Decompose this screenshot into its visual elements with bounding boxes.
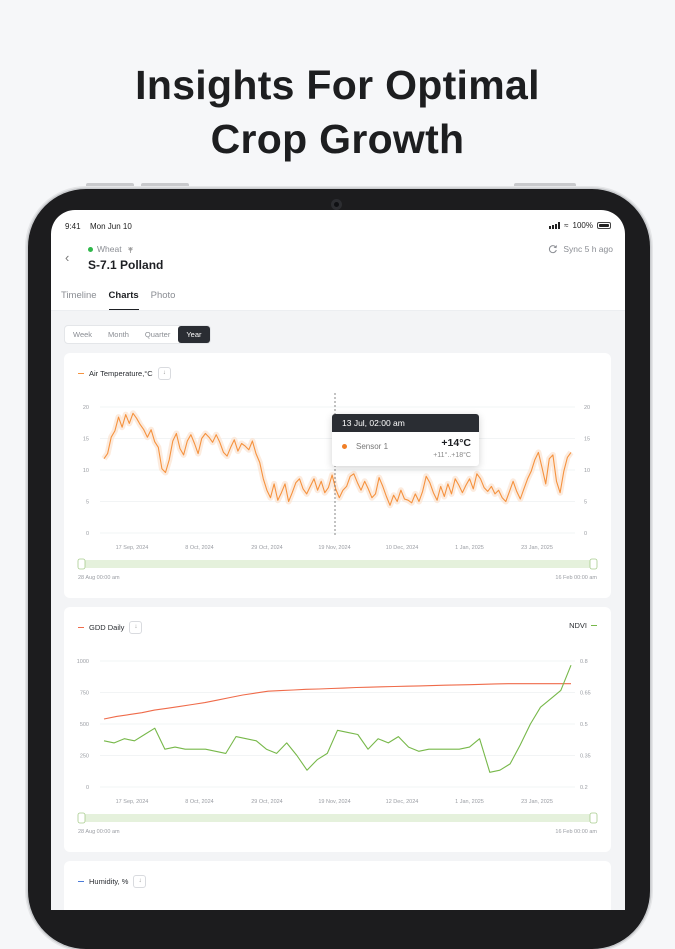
x-tick-label: 1 Jan, 2025 bbox=[455, 545, 484, 551]
y-tick-label-right: 0.65 bbox=[580, 691, 591, 697]
tooltip-row: Sensor 1 +14°C +11°..+18°C bbox=[332, 432, 479, 466]
x-tick-label: 8 Oct, 2024 bbox=[185, 799, 213, 805]
x-tick-label: 12 Dec, 2024 bbox=[386, 799, 419, 805]
humidity-card: Humidity, % ↓ bbox=[64, 861, 611, 910]
range-handle-end bbox=[589, 812, 598, 824]
tab-bar: Timeline Charts Photo bbox=[61, 290, 175, 311]
range-start-label: 28 Aug 00:00 am bbox=[78, 829, 120, 835]
headline: Insights For Optimal Crop Growth bbox=[0, 58, 675, 166]
x-tick-label: 23 Jan, 2025 bbox=[521, 545, 553, 551]
charts-content: Week Month Quarter Year Air Temperature,… bbox=[51, 311, 625, 910]
range-handle-end bbox=[589, 558, 598, 570]
headline-line-1: Insights For Optimal bbox=[135, 62, 540, 108]
x-tick-label: 19 Nov, 2024 bbox=[318, 799, 350, 805]
tooltip-range: +11°..+18°C bbox=[433, 452, 471, 459]
app-screen: 9:41 Mon Jun 10 ≈ 100% ‹ Wheat S-7.1 Pol… bbox=[51, 210, 625, 910]
tooltip-series-dot bbox=[342, 444, 347, 449]
status-time: 9:41 bbox=[65, 222, 81, 231]
range-end-label: 16 Feb 00:00 am bbox=[555, 829, 597, 835]
y-tick-label-right: 0.5 bbox=[580, 722, 588, 728]
device-button-right bbox=[514, 183, 576, 187]
y-tick-label-left: 0 bbox=[86, 531, 89, 537]
gdd-series-line bbox=[103, 683, 571, 720]
y-tick-label-right: 0.35 bbox=[580, 754, 591, 760]
wifi-icon: ≈ bbox=[564, 221, 569, 230]
period-selector: Week Month Quarter Year bbox=[64, 325, 211, 344]
sync-status[interactable]: Sync 5 h ago bbox=[548, 244, 613, 254]
humidity-title: Humidity, % ↓ bbox=[78, 875, 147, 888]
y-tick-label-left: 0 bbox=[86, 785, 89, 791]
range-slider-track bbox=[78, 814, 597, 822]
x-tick-label: 17 Sep, 2024 bbox=[116, 545, 149, 551]
air-temperature-chart[interactable]: 20 20 15 15 10 10 5 5 0 0 17 Sep, 2024 8 Oct, 2024 2… bbox=[64, 353, 611, 598]
ndvi-series-line bbox=[103, 664, 572, 773]
tab-photo[interactable]: Photo bbox=[151, 290, 176, 311]
y-tick-label-left: 15 bbox=[83, 437, 89, 443]
x-tick-label: 8 Oct, 2024 bbox=[185, 545, 213, 551]
y-tick-label-right: 10 bbox=[584, 468, 590, 474]
tooltip-value: +14°C bbox=[441, 437, 471, 449]
humidity-label: Humidity, % bbox=[89, 877, 129, 886]
x-tick-label: 17 Sep, 2024 bbox=[116, 799, 149, 805]
crop-label: Wheat bbox=[88, 244, 135, 254]
range-end-label: 16 Feb 00:00 am bbox=[555, 575, 597, 581]
tab-charts[interactable]: Charts bbox=[108, 290, 139, 311]
y-tick-label-right: 0 bbox=[584, 531, 587, 537]
x-tick-label: 29 Oct, 2024 bbox=[251, 799, 283, 805]
tooltip-date: 13 Jul, 02:00 am bbox=[332, 414, 479, 432]
chevron-left-icon[interactable]: ‹ bbox=[65, 250, 69, 265]
headline-line-2: Crop Growth bbox=[210, 116, 465, 162]
y-tick-label-left: 1000 bbox=[77, 659, 89, 665]
sync-icon bbox=[549, 245, 558, 254]
x-tick-label: 10 Dec, 2024 bbox=[386, 545, 419, 551]
field-title: S-7.1 Polland bbox=[88, 258, 164, 272]
status-date: Mon Jun 10 bbox=[90, 222, 132, 231]
chart-tooltip: 13 Jul, 02:00 am Sensor 1 +14°C +11°..+1… bbox=[332, 414, 479, 466]
status-indicators: ≈ 100% bbox=[549, 221, 611, 230]
humidity-legend-swatch bbox=[78, 880, 84, 883]
crop-status-dot bbox=[88, 246, 93, 252]
cellular-icon bbox=[549, 222, 561, 229]
wheat-icon bbox=[127, 246, 133, 253]
y-tick-label-right: 20 bbox=[584, 405, 590, 411]
sync-text: Sync 5 h ago bbox=[563, 244, 613, 254]
device-button-left-1 bbox=[86, 183, 134, 187]
y-tick-label-left: 5 bbox=[86, 500, 89, 506]
y-tick-label-left: 10 bbox=[83, 468, 89, 474]
gdd-ndvi-chart[interactable]: 1000 0.8 750 0.65 500 0.5 250 0.35 0 0.2 17 Sep, 2… bbox=[64, 607, 611, 852]
info-icon[interactable]: ↓ bbox=[133, 875, 147, 888]
x-tick-label: 19 Nov, 2024 bbox=[318, 545, 350, 551]
battery-icon bbox=[597, 222, 611, 229]
status-bar: 9:41 Mon Jun 10 ≈ 100% bbox=[51, 210, 625, 240]
y-tick-label-left: 500 bbox=[80, 722, 89, 728]
y-tick-label-right: 15 bbox=[584, 437, 590, 443]
device-button-left-2 bbox=[141, 183, 189, 187]
period-year[interactable]: Year bbox=[178, 326, 210, 343]
y-tick-label-left: 20 bbox=[83, 405, 89, 411]
range-handle-start bbox=[77, 558, 86, 570]
period-week[interactable]: Week bbox=[65, 326, 100, 343]
x-tick-label: 1 Jan, 2025 bbox=[455, 799, 484, 805]
camera-icon bbox=[331, 199, 342, 210]
y-tick-label-left: 250 bbox=[80, 754, 89, 760]
tooltip-series-name: Sensor 1 bbox=[356, 442, 389, 451]
y-tick-label-right: 0.8 bbox=[580, 659, 588, 665]
gdd-card: GDD Daily ↓ NDVI 1000 0.8 750 0.65 500 0.5 250… bbox=[64, 607, 611, 852]
y-tick-label-right: 0.2 bbox=[580, 785, 588, 791]
range-slider-track bbox=[78, 560, 597, 568]
range-start-label: 28 Aug 00:00 am bbox=[78, 575, 120, 581]
x-tick-label: 29 Oct, 2024 bbox=[251, 545, 283, 551]
y-tick-label-left: 750 bbox=[80, 691, 89, 697]
tab-timeline[interactable]: Timeline bbox=[61, 290, 97, 311]
crop-name: Wheat bbox=[97, 244, 122, 254]
period-month[interactable]: Month bbox=[100, 326, 137, 343]
range-handle-start bbox=[77, 812, 86, 824]
x-tick-label: 23 Jan, 2025 bbox=[521, 799, 553, 805]
period-quarter[interactable]: Quarter bbox=[137, 326, 178, 343]
y-tick-label-right: 5 bbox=[584, 500, 587, 506]
battery-percent: 100% bbox=[572, 221, 593, 230]
air-temperature-card: Air Temperature,°C ↓ 20 20 15 15 10 10 5 5 0 0 17 … bbox=[64, 353, 611, 598]
